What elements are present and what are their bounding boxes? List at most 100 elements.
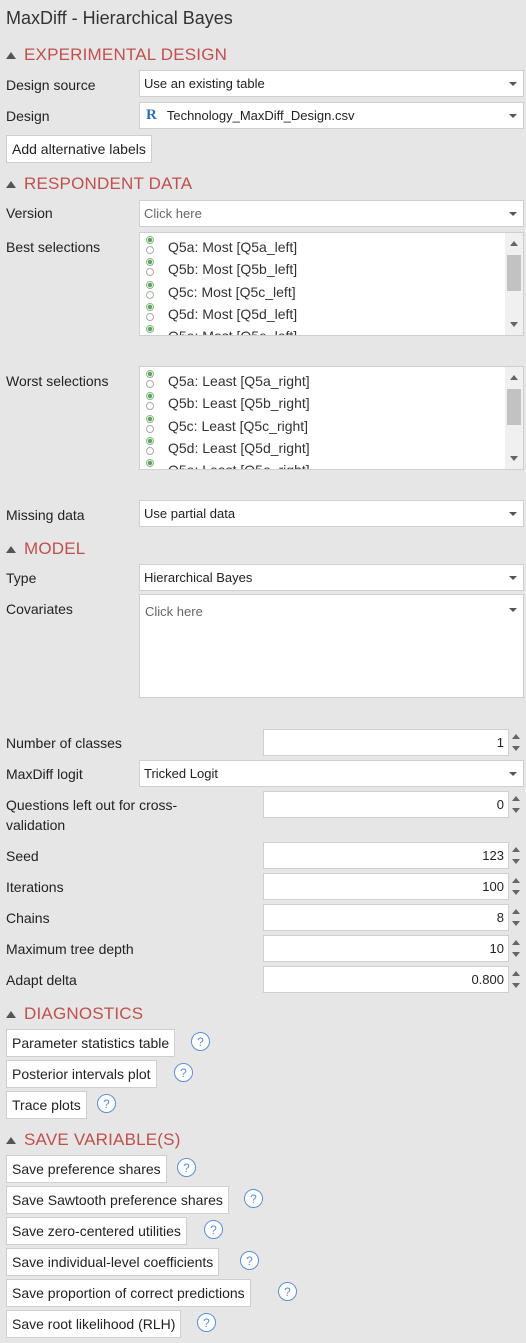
list-item[interactable]: Q5c: Least [Q5c_right]: [146, 415, 308, 437]
help-icon[interactable]: ?: [177, 1158, 196, 1177]
help-icon[interactable]: ?: [278, 1282, 297, 1301]
list-item[interactable]: Q5c: Most [Q5c_left]: [146, 281, 296, 303]
help-icon[interactable]: ?: [191, 1032, 210, 1051]
scroll-up-icon[interactable]: [510, 241, 518, 246]
iterations-input[interactable]: 100: [263, 873, 509, 900]
list-item[interactable]: Q5e: Least [Q5e_right]: [146, 459, 310, 469]
decrement-icon[interactable]: [512, 983, 520, 988]
help-icon[interactable]: ?: [240, 1251, 259, 1270]
increment-icon[interactable]: [512, 909, 520, 914]
covariates-field[interactable]: Click here: [139, 594, 524, 698]
questions-left-out-label-cont: validation: [6, 817, 66, 833]
list-item[interactable]: Q5a: Least [Q5a_right]: [146, 370, 310, 392]
collapse-triangle-icon[interactable]: [6, 1137, 16, 1144]
questions-left-out-stepper[interactable]: [510, 791, 522, 818]
maxdiff-logit-label: MaxDiff logit: [6, 766, 83, 782]
design-dropdown[interactable]: R Technology_MaxDiff_Design.csv: [139, 102, 524, 129]
collapse-triangle-icon[interactable]: [6, 546, 16, 553]
radio-dots-icon: [146, 392, 156, 414]
section-model[interactable]: MODEL: [6, 538, 85, 560]
scroll-down-icon[interactable]: [510, 322, 518, 327]
missing-data-dropdown[interactable]: Use partial data: [139, 500, 524, 527]
help-icon[interactable]: ?: [244, 1189, 263, 1208]
version-dropdown[interactable]: Click here: [139, 200, 524, 227]
section-save-variables[interactable]: SAVE VARIABLE(S): [6, 1129, 181, 1151]
iterations-stepper[interactable]: [510, 873, 522, 900]
help-icon[interactable]: ?: [97, 1094, 116, 1113]
worst-selections-list[interactable]: Q5a: Least [Q5a_right] Q5b: Least [Q5b_r…: [139, 366, 524, 470]
increment-icon[interactable]: [512, 940, 520, 945]
max-tree-depth-input[interactable]: 10: [263, 935, 509, 962]
adapt-delta-stepper[interactable]: [510, 966, 522, 993]
chevron-down-icon: [509, 576, 517, 580]
chevron-down-icon: [509, 512, 517, 516]
save-preference-shares-button[interactable]: Save preference shares: [6, 1155, 167, 1183]
type-dropdown[interactable]: Hierarchical Bayes: [139, 564, 524, 591]
list-item[interactable]: Q5d: Least [Q5d_right]: [146, 437, 310, 459]
number-of-classes-stepper[interactable]: [510, 729, 522, 756]
radio-dots-icon: [146, 370, 156, 392]
decrement-icon[interactable]: [512, 952, 520, 957]
decrement-icon[interactable]: [512, 859, 520, 864]
section-experimental-design[interactable]: EXPERIMENTAL DESIGN: [6, 44, 227, 66]
radio-dots-icon: [146, 437, 156, 459]
panel-title: MaxDiff - Hierarchical Bayes: [6, 8, 233, 28]
number-of-classes-input[interactable]: 1: [263, 729, 509, 756]
save-proportion-correct-predictions-button[interactable]: Save proportion of correct predictions: [6, 1279, 251, 1307]
questions-left-out-input[interactable]: 0: [263, 791, 509, 818]
save-individual-level-coefficients-button[interactable]: Save individual-level coefficients: [6, 1248, 220, 1276]
questions-left-out-label: Questions left out for cross-: [6, 797, 178, 813]
posterior-intervals-plot-button[interactable]: Posterior intervals plot: [6, 1060, 157, 1088]
best-selections-list[interactable]: Q5a: Most [Q5a_left] Q5b: Most [Q5b_left…: [139, 232, 524, 336]
scroll-thumb[interactable]: [507, 389, 521, 425]
help-icon[interactable]: ?: [174, 1063, 193, 1082]
scroll-up-icon[interactable]: [510, 375, 518, 380]
section-respondent-data[interactable]: RESPONDENT DATA: [6, 173, 192, 195]
seed-input[interactable]: 123: [263, 842, 509, 869]
save-root-likelihood-button[interactable]: Save root likelihood (RLH): [6, 1310, 182, 1338]
collapse-triangle-icon[interactable]: [6, 52, 16, 59]
list-item[interactable]: Q5b: Least [Q5b_right]: [146, 392, 310, 414]
adapt-delta-input[interactable]: 0.800: [263, 966, 509, 993]
increment-icon[interactable]: [512, 971, 520, 976]
parameter-statistics-table-button[interactable]: Parameter statistics table: [6, 1029, 176, 1057]
maxdiff-logit-dropdown[interactable]: Tricked Logit: [139, 760, 524, 787]
chevron-down-icon: [509, 114, 517, 118]
scroll-thumb[interactable]: [507, 255, 521, 291]
section-diagnostics[interactable]: DIAGNOSTICS: [6, 1003, 143, 1025]
scroll-down-icon[interactable]: [510, 456, 518, 461]
increment-icon[interactable]: [512, 847, 520, 852]
radio-dots-icon: [146, 303, 156, 325]
max-tree-depth-stepper[interactable]: [510, 935, 522, 962]
number-of-classes-label: Number of classes: [6, 735, 122, 751]
increment-icon[interactable]: [512, 878, 520, 883]
dropdown-value: Hierarchical Bayes: [144, 570, 253, 585]
save-sawtooth-preference-shares-button[interactable]: Save Sawtooth preference shares: [6, 1186, 229, 1214]
chevron-down-icon: [509, 82, 517, 86]
increment-icon[interactable]: [512, 734, 520, 739]
decrement-icon[interactable]: [512, 921, 520, 926]
list-item[interactable]: Q5d: Most [Q5d_left]: [146, 303, 297, 325]
list-item[interactable]: Q5a: Most [Q5a_left]: [146, 236, 297, 258]
decrement-icon[interactable]: [512, 808, 520, 813]
section-title: DIAGNOSTICS: [24, 1004, 144, 1023]
decrement-icon[interactable]: [512, 890, 520, 895]
list-item[interactable]: Q5e: Most [Q5e_left]: [146, 325, 297, 335]
add-alternative-labels-button[interactable]: Add alternative labels: [6, 135, 152, 163]
chains-stepper[interactable]: [510, 904, 522, 931]
increment-icon[interactable]: [512, 796, 520, 801]
seed-label: Seed: [6, 848, 39, 864]
trace-plots-button[interactable]: Trace plots: [6, 1091, 87, 1119]
vertical-scrollbar[interactable]: [505, 233, 523, 335]
help-icon[interactable]: ?: [197, 1313, 216, 1332]
design-source-dropdown[interactable]: Use an existing table: [139, 70, 524, 97]
list-item[interactable]: Q5b: Most [Q5b_left]: [146, 258, 297, 280]
seed-stepper[interactable]: [510, 842, 522, 869]
collapse-triangle-icon[interactable]: [6, 1011, 16, 1018]
help-icon[interactable]: ?: [204, 1220, 223, 1239]
vertical-scrollbar[interactable]: [505, 367, 523, 469]
collapse-triangle-icon[interactable]: [6, 181, 16, 188]
chains-input[interactable]: 8: [263, 904, 509, 931]
save-zero-centered-utilities-button[interactable]: Save zero-centered utilities: [6, 1217, 187, 1245]
decrement-icon[interactable]: [512, 746, 520, 751]
